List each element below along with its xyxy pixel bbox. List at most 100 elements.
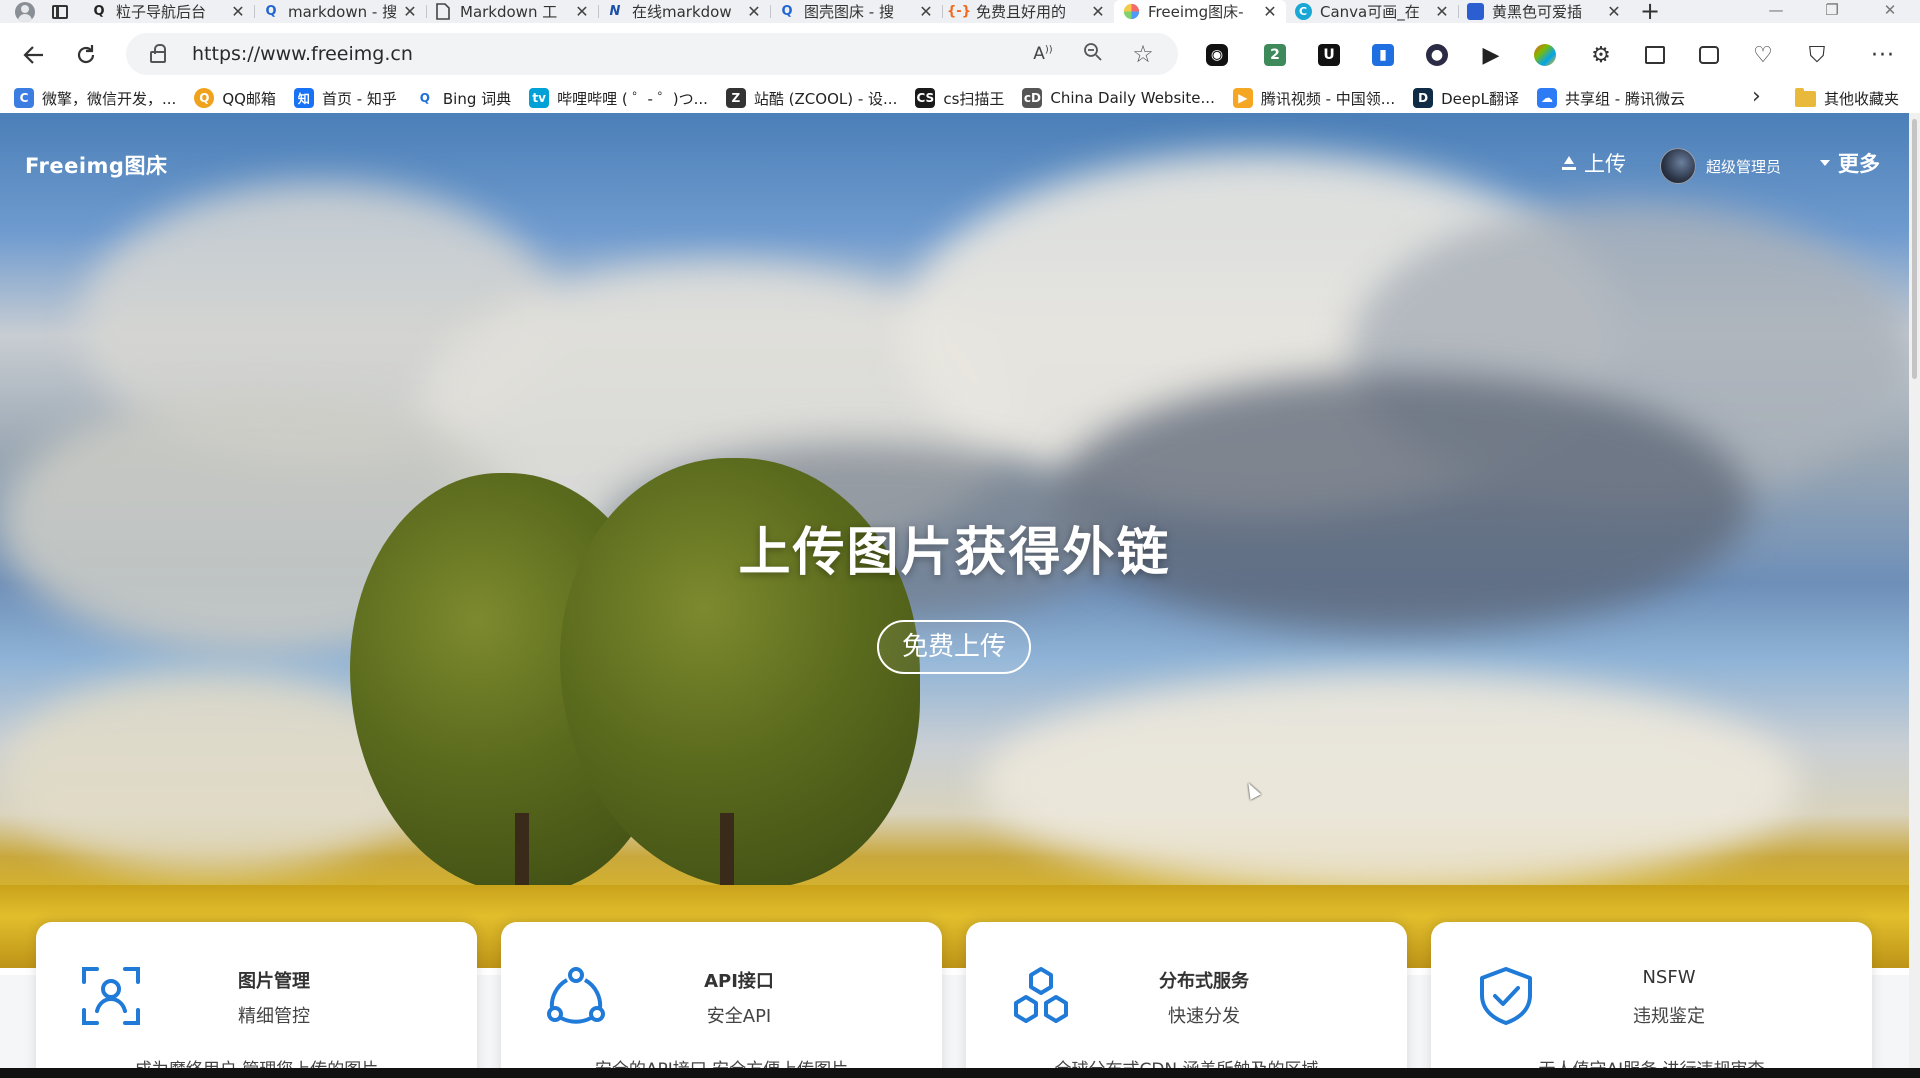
bookmark-item[interactable]: C 微擎，微信开发，... <box>14 88 176 109</box>
browser-tab[interactable]: Q 图壳图床 - 搜 ✕ <box>770 0 942 23</box>
nav-user-label: 超级管理员 <box>1706 157 1782 176</box>
feature-subtitle: 违规鉴定 <box>1633 1006 1705 1027</box>
extension-save-icon[interactable]: ▮ <box>1356 23 1410 87</box>
close-tab-icon[interactable]: ✕ <box>1090 2 1106 21</box>
browser-tab[interactable]: Q 粒子导航后台 ✕ <box>82 0 254 23</box>
other-bookmarks-folder[interactable]: 其他收藏夹 <box>1795 87 1900 109</box>
bookmark-item[interactable]: tv 哔哩哔哩 ( ゜- ゜)つ... <box>529 88 708 109</box>
browser-tab[interactable]: Markdown 工 ✕ <box>426 0 598 23</box>
favorite-star-icon[interactable]: ☆ <box>1118 40 1168 68</box>
tab-title: Markdown 工 <box>460 3 558 21</box>
close-tab-icon[interactable]: ✕ <box>918 2 934 21</box>
profile-button[interactable] <box>12 0 38 23</box>
extension-u-icon[interactable]: U <box>1302 23 1356 87</box>
search-icon: Q <box>93 4 105 19</box>
close-tab-icon[interactable]: ✕ <box>574 2 590 21</box>
bookmark-item[interactable]: Q Bing 词典 <box>415 88 511 109</box>
close-tab-icon[interactable]: ✕ <box>1434 2 1450 21</box>
close-window-icon[interactable]: ✕ <box>1866 0 1914 23</box>
nav-user-menu[interactable]: 超级管理员 <box>1660 148 1781 184</box>
extension-record-icon[interactable]: ● <box>1410 23 1464 87</box>
extension-play-icon[interactable]: ▶ <box>1464 23 1518 87</box>
bookmark-icon: 知 <box>293 88 314 108</box>
feature-title: 分布式服务 <box>1159 971 1249 992</box>
pinwheel-icon <box>1122 3 1140 21</box>
bookmark-label: 站酷 (ZCOOL) - 设... <box>753 89 898 108</box>
split-screen-icon[interactable] <box>1628 23 1682 87</box>
back-button[interactable] <box>8 35 60 75</box>
bookmark-item[interactable]: 知首页 - 知乎 <box>293 88 397 109</box>
close-tab-icon[interactable]: ✕ <box>230 2 246 21</box>
extension-shield-icon[interactable]: 2 <box>1248 23 1302 87</box>
tab-title: 黄黑色可爱插 <box>1492 3 1583 21</box>
avatar <box>1660 148 1696 184</box>
feature-card: 分布式服务 快速分发 全球分布式CDN 涵盖所触及的区域 <box>966 922 1407 1078</box>
performance-icon[interactable]: ♡ <box>1736 23 1790 87</box>
feature-card: API接口 安全API 安全的API接口 安全方便上传图片 <box>501 922 942 1078</box>
upload-icon <box>1562 156 1576 170</box>
tab-title: markdown - 搜 <box>288 3 398 21</box>
minimize-icon[interactable]: — <box>1752 0 1800 23</box>
browser-tab[interactable]: C Canva可画_在 ✕ <box>1286 0 1458 23</box>
nav-more-menu[interactable]: 更多 <box>1820 148 1880 178</box>
bookmark-icon: cD <box>1022 88 1043 108</box>
search-icon: Q <box>781 4 793 19</box>
reload-icon <box>77 45 95 64</box>
bookmark-label: Bing 词典 <box>442 89 512 108</box>
new-tab-button[interactable]: + <box>1630 0 1670 23</box>
extension-colorful-icon[interactable] <box>1518 23 1572 87</box>
reload-button[interactable] <box>60 35 112 75</box>
browser-tab[interactable]: Q markdown - 搜 ✕ <box>254 0 426 23</box>
bookmark-item[interactable]: Q QQ邮箱 <box>194 88 276 109</box>
feature-title: 图片管理 <box>238 971 310 992</box>
other-bookmarks-label: 其他收藏夹 <box>1824 90 1900 108</box>
bookmark-item[interactable]: ▶ 腾讯视频 - 中国领... <box>1232 88 1395 109</box>
feature-subtitle: 快速分发 <box>1168 1006 1240 1027</box>
page-scrollbar[interactable] <box>1909 113 1920 1068</box>
read-aloud-icon[interactable]: A)) <box>1018 44 1068 64</box>
extensions-puzzle-icon[interactable]: ⚙ <box>1574 23 1628 87</box>
document-icon <box>434 3 452 21</box>
bookmarks-overflow-chevron-icon[interactable]: › <box>1752 83 1772 113</box>
n-logo-icon: N <box>609 4 621 19</box>
lock-icon[interactable] <box>150 44 166 63</box>
scrollbar-thumb[interactable] <box>1912 119 1917 379</box>
feature-card: NSFW 违规鉴定 无人值守AI服务 进行违规审查 <box>1431 922 1872 1078</box>
site-logo[interactable]: Freeimg图床 <box>25 150 167 180</box>
bookmark-icon: Q <box>419 91 430 105</box>
bookmark-item[interactable]: CS cs扫描王 <box>915 88 1004 109</box>
bookmark-item[interactable]: D DeepL翻译 <box>1413 88 1519 109</box>
shield-logo-icon <box>1466 3 1484 21</box>
browser-tab[interactable]: 黄黑色可爱插 ✕ <box>1458 0 1630 23</box>
collections-icon[interactable] <box>1682 23 1736 87</box>
bookmark-icon: D <box>1413 88 1434 108</box>
bookmark-icon: Z <box>725 88 746 108</box>
extension-incognito-icon[interactable]: ◉ <box>1190 23 1244 87</box>
bookmark-label: 首页 - 知乎 <box>321 89 397 108</box>
close-tab-icon[interactable]: ✕ <box>402 2 418 21</box>
restore-icon[interactable]: ❐ <box>1808 0 1856 23</box>
nav-upload-link[interactable]: 上传 <box>1562 148 1626 178</box>
free-upload-button[interactable]: 免费上传 <box>877 620 1031 674</box>
browser-tab[interactable]: {-} 免费且好用的 ✕ <box>942 0 1114 23</box>
browser-tab-active[interactable]: Freeimg图床- ✕ <box>1114 0 1286 23</box>
bookmark-label: China Daily Website... <box>1050 89 1215 107</box>
browser-tab[interactable]: N 在线markdow ✕ <box>598 0 770 23</box>
bookmark-item[interactable]: Z 站酷 (ZCOOL) - 设... <box>725 88 898 109</box>
bookmark-item[interactable]: ☁ 共享组 - 腾讯微云 <box>1537 88 1685 109</box>
feature-title: API接口 <box>704 971 774 992</box>
tab-actions-button[interactable] <box>38 0 82 23</box>
address-bar[interactable]: https://www.freeimg.cn A)) ☆ <box>126 33 1178 75</box>
browser-essentials-icon[interactable]: ⛉ <box>1790 23 1844 87</box>
bookmark-icon: ▶ <box>1232 88 1253 108</box>
close-tab-icon[interactable]: ✕ <box>1262 2 1278 21</box>
zoom-out-icon[interactable] <box>1068 42 1118 67</box>
bookmark-item[interactable]: cD China Daily Website... <box>1022 88 1215 108</box>
profile-icon <box>15 1 35 22</box>
url-text[interactable]: https://www.freeimg.cn <box>192 43 1018 65</box>
tab-title: Freeimg图床- <box>1148 3 1244 21</box>
more-menu-icon[interactable]: ··· <box>1856 23 1910 87</box>
close-tab-icon[interactable]: ✕ <box>746 2 762 21</box>
close-tab-icon[interactable]: ✕ <box>1606 2 1622 21</box>
bookmark-label: 微擎，微信开发，... <box>42 89 177 108</box>
